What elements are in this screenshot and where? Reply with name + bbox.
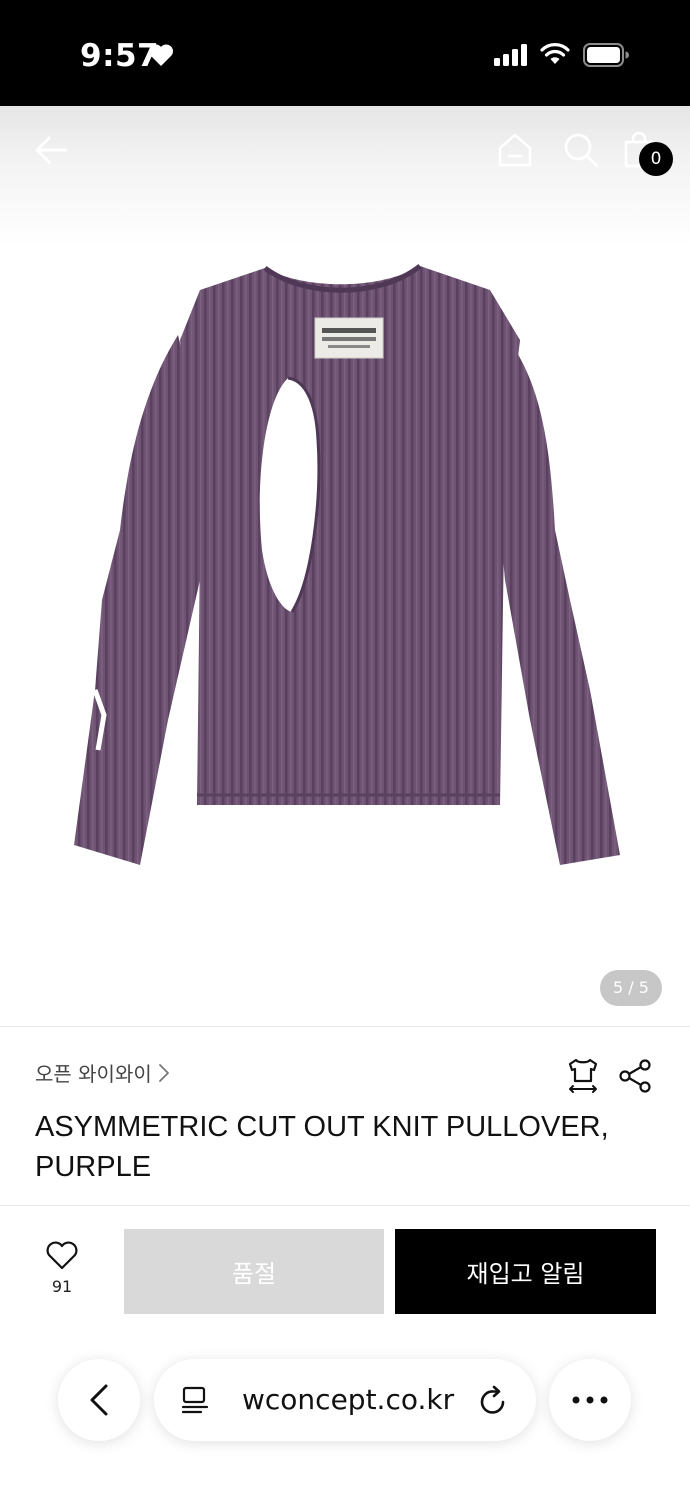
brand-link[interactable]: 오픈 와이와이 <box>35 1058 170 1087</box>
bag-count-badge[interactable]: 0 <box>639 142 673 176</box>
heart-icon <box>148 44 174 66</box>
restock-alert-button[interactable]: 재입고 알림 <box>395 1229 656 1314</box>
heart-outline-icon <box>46 1241 78 1270</box>
product-title: ASYMMETRIC CUT OUT KNIT PULLOVER, PURPLE <box>35 1111 609 1183</box>
soldout-button[interactable]: 품절 <box>124 1229 384 1314</box>
back-chevron-icon <box>90 1384 108 1416</box>
product-image <box>74 264 620 865</box>
browser-back-button[interactable] <box>58 1359 140 1441</box>
battery-icon <box>583 43 629 67</box>
reader-icon[interactable] <box>180 1385 210 1415</box>
home-icon[interactable] <box>495 131 535 169</box>
share-icon[interactable] <box>618 1059 652 1093</box>
reload-icon[interactable] <box>478 1384 508 1416</box>
divider <box>0 1205 690 1206</box>
size-guide-icon[interactable] <box>564 1057 602 1095</box>
browser-address-bar[interactable]: wconcept.co.kr <box>154 1359 536 1441</box>
like-count: 91 <box>51 1277 73 1296</box>
back-arrow-icon[interactable] <box>32 131 70 169</box>
image-counter: 5 / 5 <box>600 970 662 1006</box>
status-bar: 9:57 <box>0 0 690 106</box>
like-button[interactable]: 91 <box>35 1240 89 1306</box>
divider <box>0 1026 690 1027</box>
search-icon[interactable] <box>562 131 600 169</box>
browser-more-button[interactable] <box>549 1359 631 1441</box>
wifi-icon <box>540 43 570 64</box>
cellular-signal-icon <box>494 44 527 66</box>
url-text[interactable]: wconcept.co.kr <box>242 1383 454 1416</box>
chevron-right-icon <box>158 1063 169 1082</box>
brand-name: 오픈 와이와이 <box>35 1062 152 1086</box>
more-icon <box>572 1396 608 1404</box>
